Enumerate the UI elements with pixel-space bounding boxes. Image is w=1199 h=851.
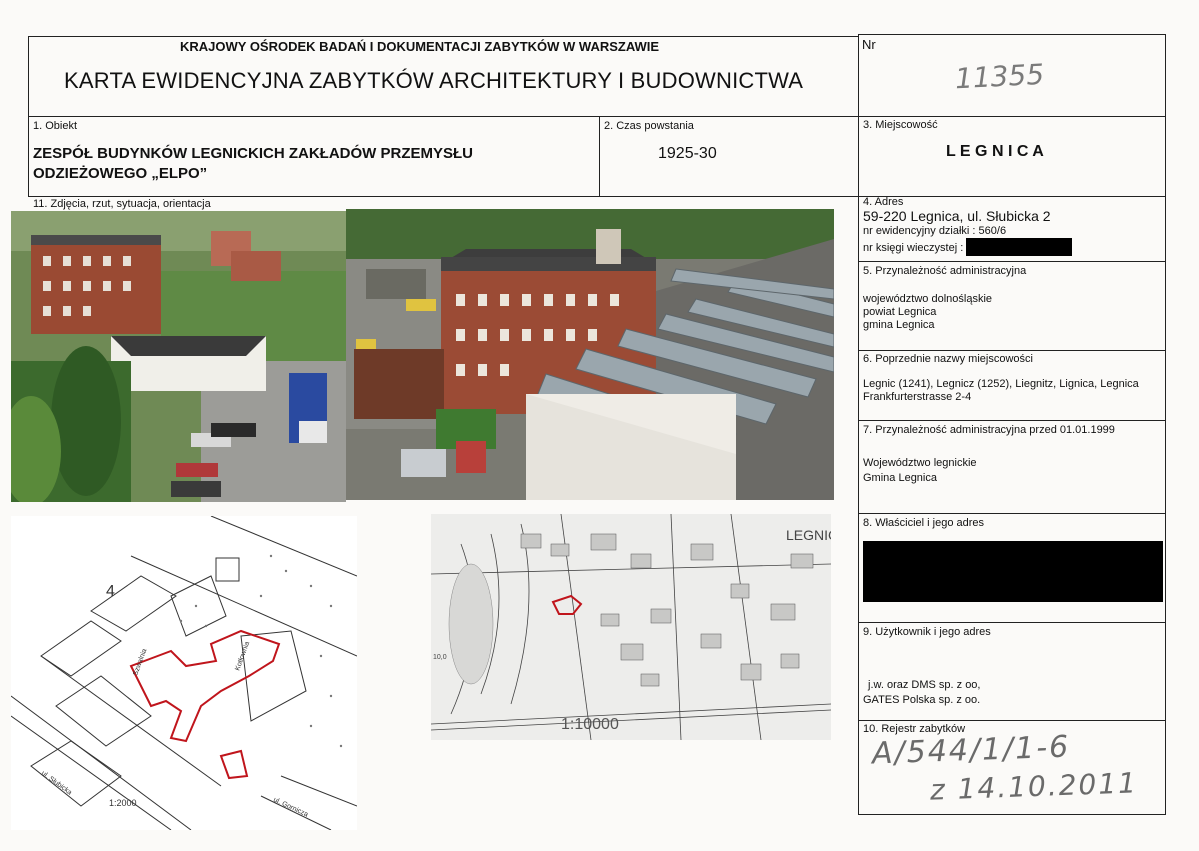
adres-kw-label: nr księgi wieczystej : <box>863 242 964 254</box>
przynaleznosc-line3: gmina Legnica <box>863 319 935 331</box>
przed1999-line2: Gmina Legnica <box>863 472 937 484</box>
plan-scale: 1:2000 <box>109 798 137 808</box>
nr-label: Nr <box>862 37 876 52</box>
adres-parcel: nr ewidencyjny działki : 560/6 <box>863 225 1007 237</box>
zdjecia-label: 11. Zdjęcia, rzut, sytuacja, orientacja <box>33 198 211 210</box>
przynaleznosc-line1: województwo dolnośląskie <box>863 293 993 305</box>
adres-label: 4. Adres <box>863 196 904 208</box>
aerial-photo-left <box>11 211 346 502</box>
czas-value: 1925-30 <box>658 145 717 162</box>
przed1999-label: 7. Przynależność administracyjna przed 0… <box>863 424 1115 436</box>
institution-name: KRAJOWY OŚRODEK BADAŃ I DOKUMENTACJI ZAB… <box>180 39 660 54</box>
topo-scale: 1:10000 <box>561 716 619 733</box>
topographic-map: 1:10000 LEGNIC 10,0 <box>431 514 831 740</box>
wlasciciel-label: 8. Właściciel i jego adres <box>863 517 985 529</box>
topo-elevation: 10,0 <box>433 654 447 661</box>
north-arrow-icon: 4 <box>106 583 115 600</box>
poprzednie-line2: Frankfurterstrasse 2-4 <box>863 391 972 403</box>
redaction-owner <box>863 541 1163 602</box>
przed1999-line1: Województwo legnickie <box>863 457 977 469</box>
przynaleznosc-line2: powiat Legnica <box>863 306 937 318</box>
plan-street-2: ul. Gornicza <box>272 796 309 818</box>
plan-building-1: Szwalnia <box>132 648 148 677</box>
obiekt-label: 1. Obiekt <box>33 120 78 132</box>
redaction-kw <box>966 238 1072 256</box>
obiekt-name-line1: ZESPÓŁ BUDYNKÓW LEGNICKICH ZAKŁADÓW PRZE… <box>33 145 473 162</box>
aerial-photo-right <box>346 209 834 500</box>
miejscowosc-label: 3. Miejscowość <box>863 119 938 131</box>
rejestr-handwritten-line2: z 14.10.2011 <box>929 766 1139 807</box>
plan-building-2: Kotłownia <box>234 641 251 672</box>
obiekt-name-line2: ODZIEŻOWEGO „ELPO” <box>33 165 208 182</box>
rejestr-handwritten-line1: A/544/1/1-6 <box>871 729 1071 772</box>
uzytkownik-label: 9. Użytkownik i jego adres <box>863 626 991 638</box>
uzytkownik-line2: GATES Polska sp. z oo. <box>863 694 981 706</box>
adres-street: 59-220 Legnica, ul. Słubicka 2 <box>863 208 1051 224</box>
czas-label: 2. Czas powstania <box>604 120 694 132</box>
plan-street-1: ul. Słubicka <box>40 770 73 797</box>
przynaleznosc-label: 5. Przynależność administracyjna <box>863 265 1027 277</box>
record-card: { "header": { "institution": "KRAJOWY OŚ… <box>0 0 1199 851</box>
topo-town-label: LEGNIC <box>786 527 831 543</box>
miejscowosc-value: L E G N I C A <box>946 143 1044 160</box>
poprzednie-line1: Legnic (1241), Legnicz (1252), Liegnitz,… <box>863 378 1139 390</box>
card-title: KARTA EWIDENCYJNA ZABYTKÓW ARCHITEKTURY … <box>64 68 804 93</box>
nr-value-handwritten: 11355 <box>954 57 1045 96</box>
uzytkownik-line1: j.w. oraz DMS sp. z oo, <box>868 679 981 691</box>
situation-plan: 1:2000 4 ul. Słubicka ul. Gornicza Szwal… <box>11 516 357 830</box>
poprzednie-label: 6. Poprzednie nazwy miejscowości <box>863 353 1033 365</box>
